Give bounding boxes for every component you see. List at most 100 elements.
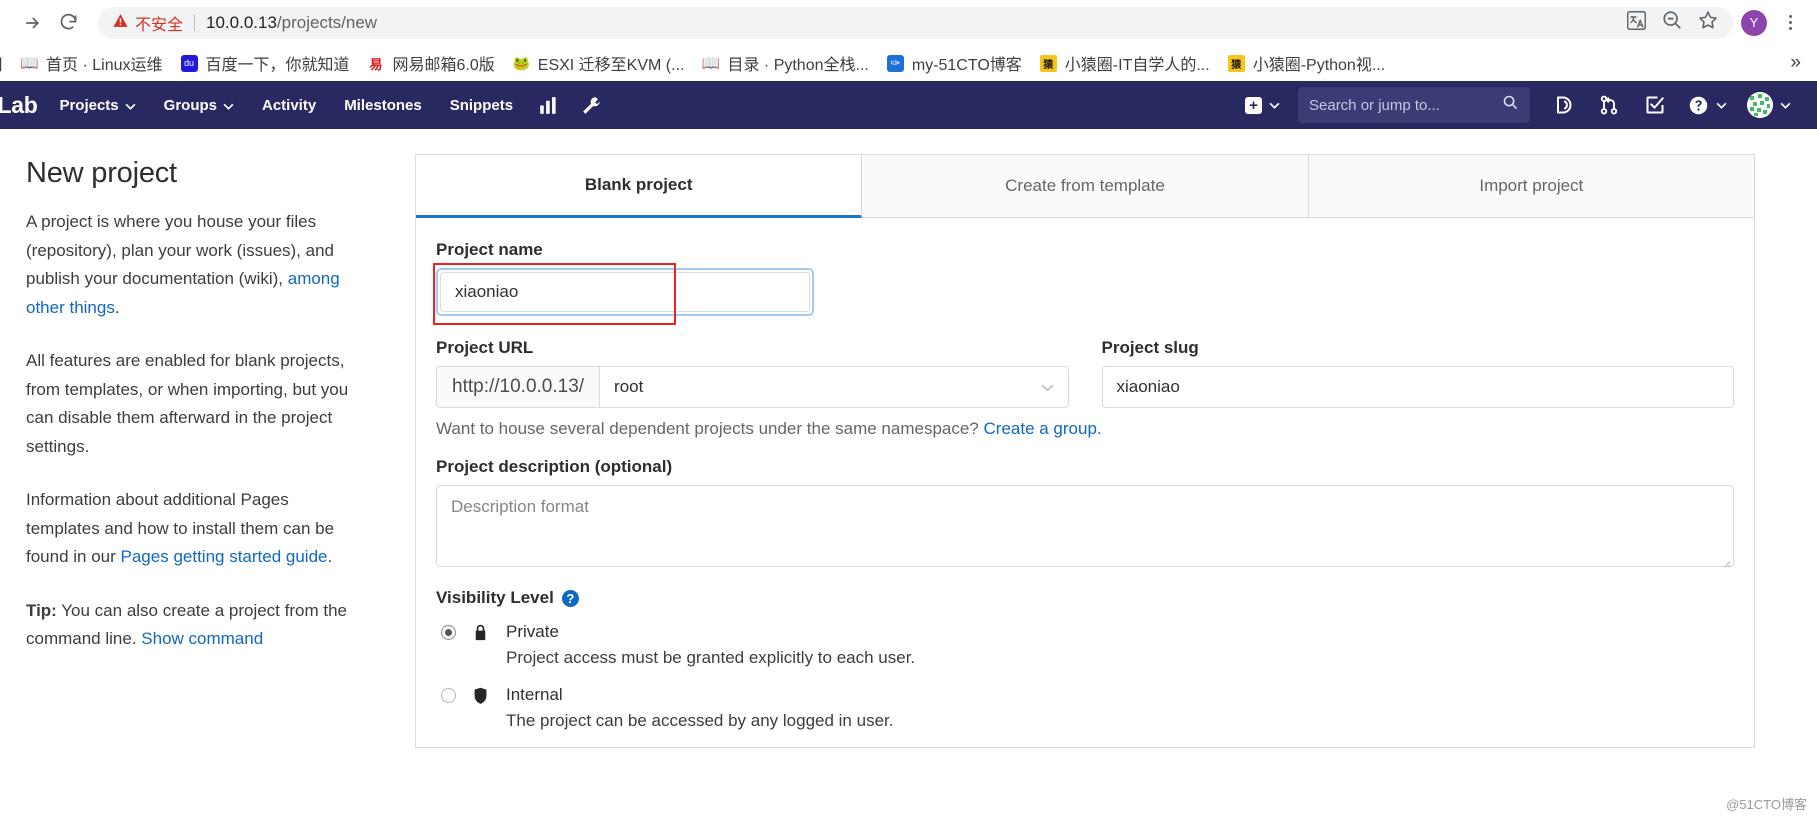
- bookmarks-bar: 用 📖 首页 · Linux运维 du 百度一下，你就知道 易 网易邮箱6.0版…: [0, 45, 1817, 81]
- tab-blank-project[interactable]: Blank project: [416, 155, 863, 218]
- chevron-down-icon: [1716, 96, 1727, 114]
- bookmark-item[interactable]: 猿 小猿圈-Python视...: [1219, 47, 1394, 79]
- omnibox-divider: [194, 14, 196, 31]
- project-slug-input[interactable]: xiaoniao: [1101, 366, 1734, 408]
- bookmark-label: ESXI 迁移至KVM (...: [537, 57, 685, 74]
- project-slug-label: Project slug: [1101, 338, 1199, 357]
- resize-handle-icon[interactable]: [1720, 553, 1731, 568]
- bookmark-label: 首页 · Linux运维: [46, 57, 163, 74]
- translate-icon[interactable]: [1626, 10, 1647, 36]
- search-input[interactable]: Search or jump to...: [1298, 87, 1530, 123]
- lock-icon: [471, 623, 490, 670]
- tab-create-from-template[interactable]: Create from template: [862, 155, 1309, 217]
- nav-item-activity[interactable]: Activity: [248, 81, 330, 129]
- zoom-out-icon[interactable]: [1661, 9, 1683, 36]
- yuan-icon: 猿: [1039, 54, 1057, 72]
- radio-internal[interactable]: [441, 688, 456, 703]
- analytics-icon[interactable]: [527, 81, 570, 129]
- new-item-dropdown[interactable]: +: [1231, 81, 1294, 129]
- chevron-down-icon: [1041, 380, 1054, 395]
- user-menu[interactable]: [1737, 81, 1801, 129]
- watermark: @51CTO博客: [1726, 797, 1807, 812]
- avatar: [1747, 92, 1773, 118]
- book-icon: 📖: [702, 54, 720, 72]
- bookmark-item[interactable]: 📖 首页 · Linux运维: [12, 47, 171, 79]
- pages-getting-started-guide-link[interactable]: Pages getting started guide: [121, 547, 328, 566]
- security-warning-text: 不安全: [135, 16, 184, 34]
- url-host: 10.0.0.13: [206, 12, 277, 32]
- frog-icon: 🐸: [512, 54, 530, 72]
- browser-toolbar: 不安全 10.0.0.13/projects/new Y: [0, 0, 1817, 45]
- nav-item-snippets[interactable]: Snippets: [436, 81, 527, 129]
- chrome-profile-avatar[interactable]: Y: [1741, 9, 1767, 36]
- project-name-label: Project name: [436, 240, 543, 259]
- search-icon[interactable]: [1502, 94, 1519, 116]
- bookmark-label: 用: [0, 51, 3, 75]
- gitlab-logo[interactable]: itLab: [0, 92, 45, 119]
- reload-icon[interactable]: [50, 5, 86, 41]
- bookmark-item[interactable]: 易 网易邮箱6.0版: [359, 47, 504, 79]
- info-text: .: [327, 547, 333, 566]
- bookmark-item[interactable]: du 百度一下，你就知道: [172, 47, 359, 79]
- namespace-hint: Want to house several dependent projects…: [436, 419, 1734, 439]
- bookmark-item[interactable]: ✑ my-51CTO博客: [878, 47, 1031, 79]
- issues-icon[interactable]: [1540, 81, 1586, 129]
- address-bar[interactable]: 不安全 10.0.0.13/projects/new: [98, 6, 1733, 39]
- nav-item-groups[interactable]: Groups: [150, 81, 248, 129]
- bookmark-item[interactable]: 📖 目录 · Python全栈...: [693, 47, 877, 79]
- info-paragraph-2: All features are enabled for blank proje…: [26, 351, 349, 456]
- chevron-down-icon: [125, 97, 136, 114]
- visibility-option-private[interactable]: Private Project access must be granted e…: [436, 621, 1734, 670]
- question-mark-icon[interactable]: ?: [561, 589, 579, 607]
- project-name-field-wrap: xiaoniao: [433, 263, 1734, 325]
- create-a-group-link[interactable]: Create a group.: [984, 419, 1102, 438]
- tab-import-project[interactable]: Import project: [1308, 155, 1754, 217]
- page-content: New project A project is where you house…: [0, 129, 1817, 819]
- visibility-private-desc: Project access must be granted explicitl…: [506, 648, 916, 667]
- nav-label: Snippets: [449, 96, 514, 114]
- info-paragraph-3: Information about additional Pages templ…: [26, 486, 351, 572]
- bookmark-item[interactable]: 猿 小猿圈-IT自学人的...: [1031, 47, 1219, 79]
- kebab-menu-icon[interactable]: [1777, 15, 1803, 30]
- page-title: New project: [26, 157, 177, 189]
- namespace-select[interactable]: root: [599, 366, 1069, 408]
- bookmark-item[interactable]: 🐸 ESXI 迁移至KVM (...: [504, 47, 694, 79]
- project-description-textarea[interactable]: Description format: [436, 485, 1734, 568]
- visibility-level-label: Visibility Level: [436, 588, 554, 607]
- project-url-label: Project URL: [436, 338, 534, 357]
- bookmark-label: 目录 · Python全栈...: [727, 57, 869, 74]
- tip-label: Tip:: [26, 600, 57, 620]
- plus-square-icon: +: [1245, 96, 1262, 114]
- bookmark-label: 百度一下，你就知道: [205, 57, 350, 74]
- project-url-prefix: http://10.0.0.13/: [436, 366, 600, 408]
- bookmark-label: 小猿圈-Python视...: [1252, 57, 1386, 74]
- nav-label: Groups: [163, 96, 217, 114]
- project-name-input[interactable]: xiaoniao: [440, 272, 810, 312]
- url-text: 10.0.0.13/projects/new: [206, 13, 377, 33]
- help-icon[interactable]: [1678, 81, 1737, 129]
- security-warning[interactable]: 不安全: [112, 11, 183, 35]
- bookmark-item[interactable]: 用: [0, 47, 12, 79]
- project-description-label: Project description (optional): [436, 457, 673, 476]
- radio-private[interactable]: [441, 625, 456, 640]
- nav-label: Milestones: [344, 96, 422, 114]
- wrench-admin-icon[interactable]: [570, 81, 613, 129]
- todos-icon[interactable]: [1632, 81, 1678, 129]
- bookmark-label: my-51CTO博客: [911, 57, 1022, 74]
- nav-item-milestones[interactable]: Milestones: [330, 81, 436, 129]
- merge-requests-icon[interactable]: [1586, 81, 1632, 129]
- visibility-option-internal[interactable]: Internal The project can be accessed by …: [436, 684, 1734, 733]
- blank-project-form: Project name xiaoniao Project URL http:/…: [416, 218, 1754, 733]
- star-icon[interactable]: [1697, 9, 1719, 36]
- url-path: /projects/new: [276, 12, 378, 32]
- project-url-group: Project URL http://10.0.0.13/ root: [436, 338, 1069, 408]
- info-tip: Tip: You can also create a project from …: [26, 597, 351, 654]
- shield-icon: [471, 686, 490, 733]
- yuan-icon: 猿: [1227, 54, 1245, 72]
- forward-button[interactable]: [14, 5, 50, 41]
- nav-label: Projects: [59, 96, 119, 114]
- nav-item-projects[interactable]: Projects: [45, 81, 149, 129]
- info-paragraph-1: A project is where you house your files …: [26, 208, 351, 322]
- bookmarks-overflow-button[interactable]: »: [1780, 52, 1811, 74]
- show-command-link[interactable]: Show command: [141, 629, 263, 648]
